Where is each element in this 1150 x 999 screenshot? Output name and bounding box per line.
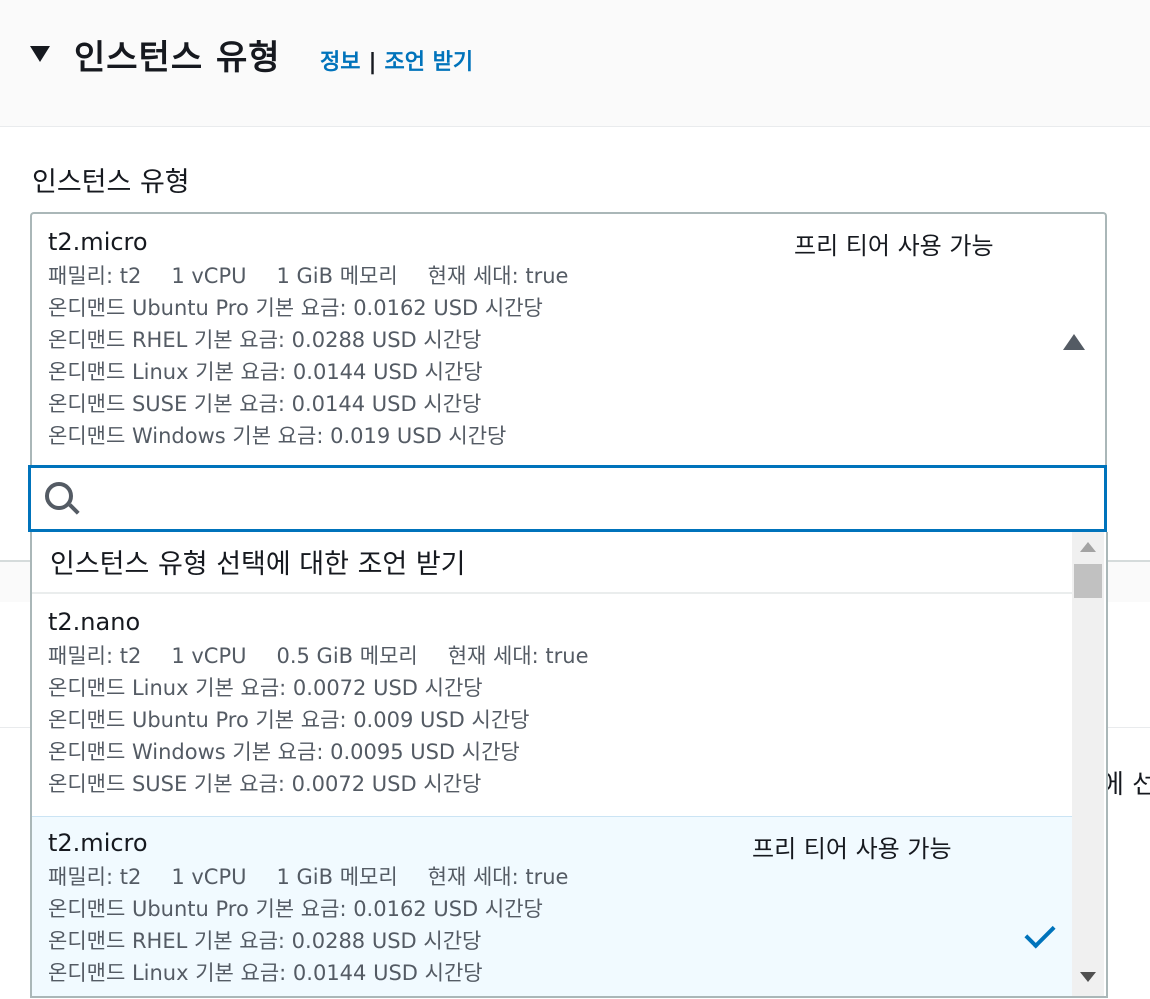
search-field[interactable] <box>28 465 1107 532</box>
link-separator: | <box>368 50 377 75</box>
advice-option[interactable]: 인스턴스 유형 선택에 대한 조언 받기 <box>32 532 1072 594</box>
list-item-t2-micro[interactable]: t2.micro 패밀리: t2 1 vCPU 1 GiB 메모리 현재 세대: tr… <box>32 816 1072 996</box>
caret-down-icon[interactable] <box>30 46 50 62</box>
instance-type-select[interactable]: t2.micro 패밀리: t2 1 vCPU 1 GiB 메모리 현재 세대: tr… <box>30 212 1107 468</box>
option-vcpu: 1 vCPU <box>171 644 247 668</box>
option-specs: 패밀리: t2 1 vCPU 1 GiB 메모리 현재 세대: true <box>48 861 598 893</box>
option-memory: 1 GiB 메모리 <box>276 865 398 889</box>
option-vcpu: 1 vCPU <box>171 865 247 889</box>
selected-specs: 패밀리: t2 1 vCPU 1 GiB 메모리 현재 세대: true <box>48 260 598 292</box>
info-link[interactable]: 정보 <box>320 50 360 75</box>
check-icon <box>1024 917 1056 949</box>
option-body: t2.micro 패밀리: t2 1 vCPU 1 GiB 메모리 현재 세대: tr… <box>48 829 598 989</box>
selected-vcpu: 1 vCPU <box>171 264 247 288</box>
selected-option: t2.micro 패밀리: t2 1 vCPU 1 GiB 메모리 현재 세대: tr… <box>48 228 598 452</box>
selected-family: 패밀리: t2 <box>48 264 142 288</box>
free-tier-badge: 프리 티어 사용 가능 <box>752 835 952 863</box>
get-advice-link[interactable]: 조언 받기 <box>385 50 474 75</box>
selected-price: 온디맨드 Ubuntu Pro 기본 요금: 0.0162 USD 시간당 <box>48 296 543 320</box>
option-family: 패밀리: t2 <box>48 865 142 889</box>
section-header: 인스턴스 유형 정보 | 조언 받기 <box>0 0 1150 127</box>
option-memory: 0.5 GiB 메모리 <box>276 644 418 668</box>
selected-price: 온디맨드 SUSE 기본 요금: 0.0144 USD 시간당 <box>48 392 482 416</box>
header-links: 정보 | 조언 받기 <box>320 44 473 76</box>
selected-generation: 현재 세대: true <box>427 264 569 288</box>
free-tier-badge: 프리 티어 사용 가능 <box>794 232 994 260</box>
scroll-thumb[interactable] <box>1074 564 1102 598</box>
option-price: 온디맨드 Ubuntu Pro 기본 요금: 0.009 USD 시간당 <box>48 708 530 732</box>
search-input[interactable] <box>91 476 1085 520</box>
selected-price: 온디맨드 Linux 기본 요금: 0.0144 USD 시간당 <box>48 360 483 384</box>
advice-text: 인스턴스 유형 선택에 대한 조언 받기 <box>50 549 466 580</box>
option-specs: 패밀리: t2 1 vCPU 0.5 GiB 메모리 현재 세대: true <box>48 640 619 672</box>
selected-name: t2.micro <box>48 228 148 256</box>
list-item-t2-nano[interactable]: t2.nano 패밀리: t2 1 vCPU 0.5 GiB 메모리 현재 세대: t… <box>32 596 1072 816</box>
option-name: t2.micro <box>48 829 148 857</box>
option-generation: 현재 세대: true <box>447 644 589 668</box>
option-price: 온디맨드 RHEL 기본 요금: 0.0288 USD 시간당 <box>48 929 482 953</box>
field-label: 인스턴스 유형 <box>32 167 190 198</box>
option-price: 온디맨드 Linux 기본 요금: 0.0144 USD 시간당 <box>48 961 483 985</box>
option-body: t2.nano 패밀리: t2 1 vCPU 0.5 GiB 메모리 현재 세대: t… <box>48 608 619 800</box>
option-name: t2.nano <box>48 608 141 636</box>
search-icon <box>45 482 73 510</box>
option-price: 온디맨드 Linux 기본 요금: 0.0072 USD 시간당 <box>48 676 483 700</box>
selected-price: 온디맨드 Windows 기본 요금: 0.019 USD 시간당 <box>48 424 507 448</box>
scroll-up-icon[interactable] <box>1080 542 1096 552</box>
scroll-down-icon[interactable] <box>1080 972 1096 982</box>
caret-up-icon[interactable] <box>1063 334 1085 350</box>
option-price: 온디맨드 Windows 기본 요금: 0.0095 USD 시간당 <box>48 740 520 764</box>
option-generation: 현재 세대: true <box>427 865 569 889</box>
option-price: 온디맨드 SUSE 기본 요금: 0.0072 USD 시간당 <box>48 772 482 796</box>
scrollbar[interactable] <box>1072 532 1104 996</box>
selected-memory: 1 GiB 메모리 <box>276 264 398 288</box>
selected-price: 온디맨드 RHEL 기본 요금: 0.0288 USD 시간당 <box>48 328 482 352</box>
option-price: 온디맨드 Ubuntu Pro 기본 요금: 0.0162 USD 시간당 <box>48 897 543 921</box>
option-family: 패밀리: t2 <box>48 644 142 668</box>
dropdown-list[interactable]: 인스턴스 유형 선택에 대한 조언 받기 t2.nano 패밀리: t2 1 vC… <box>30 532 1108 998</box>
section-title: 인스턴스 유형 <box>74 38 281 78</box>
